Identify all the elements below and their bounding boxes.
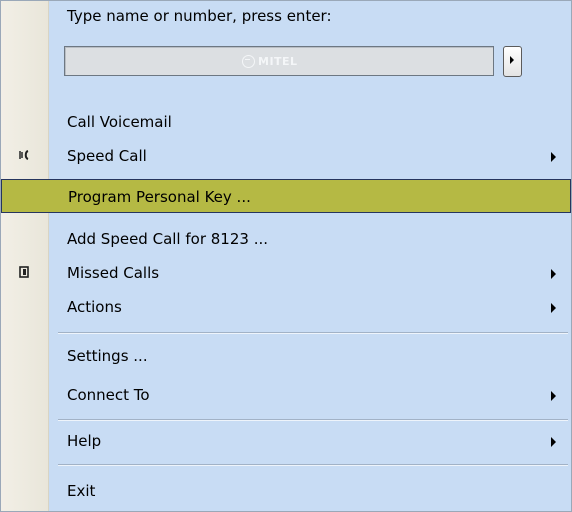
menu-item-help[interactable]: Help [1, 425, 571, 457]
submenu-arrow-icon [551, 437, 556, 447]
name-number-input[interactable]: MITEL [64, 46, 494, 76]
menu-item-label: Call Voicemail [67, 113, 172, 131]
menu-item-call-voicemail[interactable]: Call Voicemail [1, 106, 571, 138]
menu-item-missed-calls[interactable]: Missed Calls [1, 257, 571, 289]
menu-item-actions[interactable]: Actions [1, 291, 571, 323]
menu-item-exit[interactable]: Exit [1, 475, 571, 507]
submenu-arrow-icon [551, 391, 556, 401]
menu-item-label: Exit [67, 482, 96, 500]
submenu-arrow-icon [551, 303, 556, 313]
menu-item-label: Speed Call [67, 147, 147, 165]
menu-item-connect-to[interactable]: Connect To [1, 379, 571, 411]
speed-call-icon [19, 150, 29, 160]
menu-separator [58, 419, 568, 421]
missed-calls-icon [19, 266, 29, 278]
submenu-arrow-icon [551, 152, 556, 162]
menu-item-label: Program Personal Key ... [68, 188, 251, 206]
search-prompt-label: Type name or number, press enter: [67, 7, 332, 25]
menu-item-label: Actions [67, 298, 122, 316]
menu-separator [58, 332, 568, 334]
menu-item-settings[interactable]: Settings ... [1, 340, 571, 372]
mitel-logo-icon [242, 54, 255, 68]
mitel-logo-text: MITEL [258, 54, 298, 68]
menu-item-program-personal-key[interactable]: Program Personal Key ... [1, 179, 571, 213]
menu-item-label: Missed Calls [67, 264, 160, 282]
menu-item-label: Help [67, 432, 102, 450]
submenu-arrow-icon [551, 269, 556, 279]
menu-item-label: Settings ... [67, 347, 148, 365]
play-arrow-icon [510, 56, 514, 64]
menu-item-label: Add Speed Call for 8123 ... [67, 230, 269, 248]
menu-item-speed-call[interactable]: Speed Call [1, 140, 571, 172]
menu-item-add-speed-call[interactable]: Add Speed Call for 8123 ... [1, 223, 571, 255]
menu-item-label: Connect To [67, 386, 150, 404]
dial-go-button[interactable] [503, 46, 522, 77]
context-menu: Type name or number, press enter: MITEL … [0, 0, 572, 512]
menu-separator [58, 464, 568, 466]
mitel-logo: MITEL [242, 53, 298, 69]
